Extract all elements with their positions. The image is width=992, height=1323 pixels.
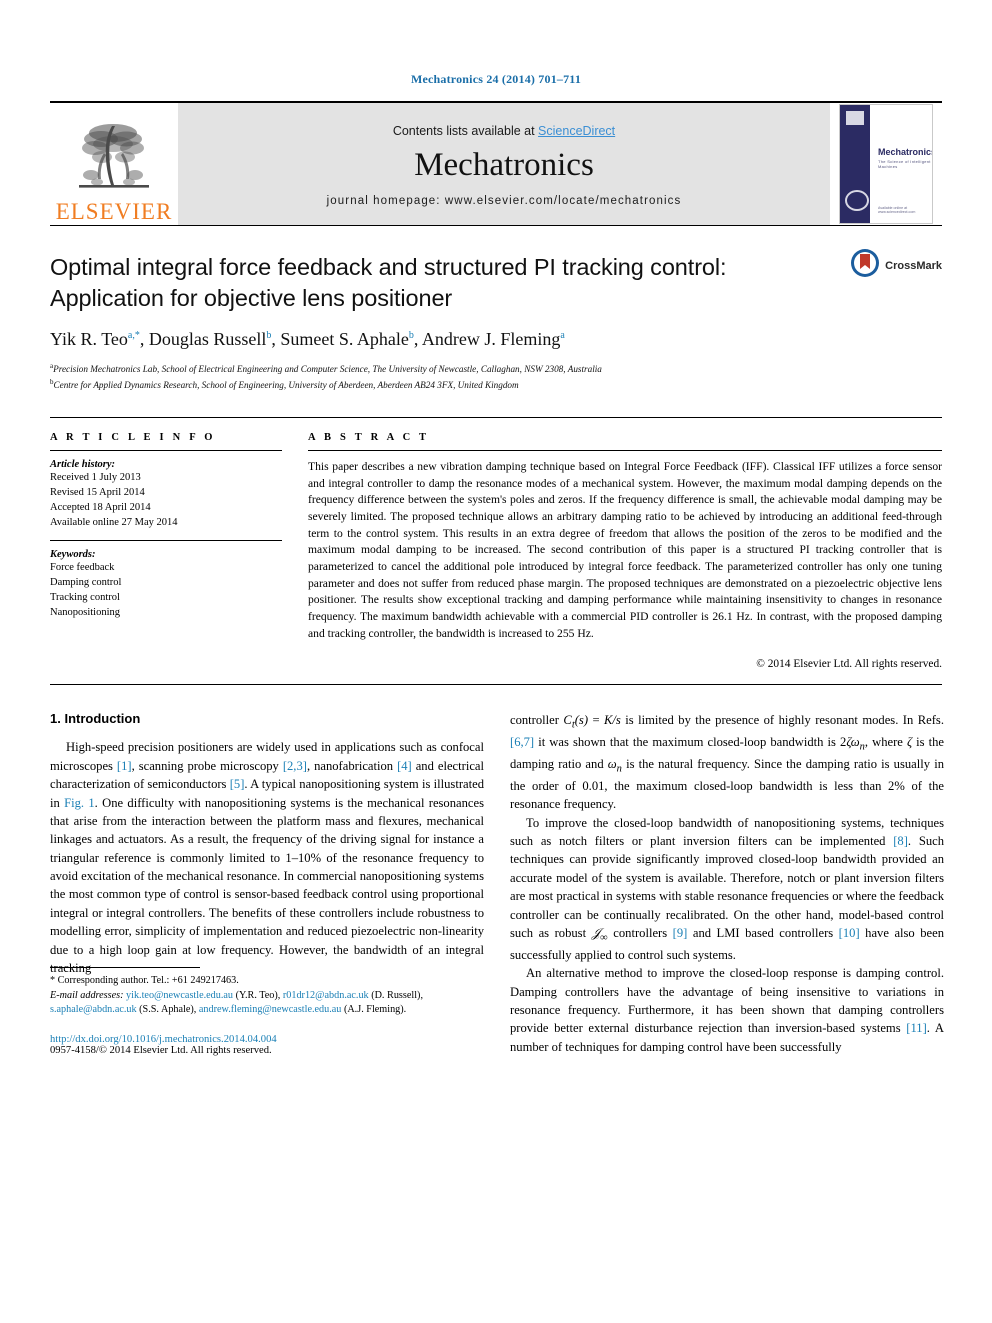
- citation-link[interactable]: [4]: [397, 759, 412, 773]
- citation-link[interactable]: [1]: [117, 759, 132, 773]
- body-column-right: controller Ct(s) = K/s is limited by the…: [510, 711, 944, 1056]
- email-link[interactable]: yik.teo@newcastle.edu.au: [126, 990, 233, 1001]
- author-entry[interactable]: Douglas Russellb: [149, 329, 272, 349]
- affiliation-line: bCentre for Applied Dynamics Research, S…: [50, 377, 942, 393]
- inline-math: ωn: [607, 757, 622, 775]
- footnote-area: * Corresponding author. Tel.: +61 249217…: [50, 966, 484, 1056]
- keyword-item: Nanopositioning: [50, 607, 120, 619]
- abstract-rule: [308, 449, 942, 451]
- crossmark-icon: [850, 248, 880, 283]
- running-head: Mechatronics 24 (2014) 701–711: [410, 72, 582, 86]
- inline-math: Ct(s): [563, 713, 589, 731]
- email-owner: (Y.R. Teo): [235, 989, 278, 1001]
- journal-masthead: ELSEVIER Contents lists available at Sci…: [50, 101, 942, 225]
- affiliation-text: Centre for Applied Dynamics Research, Sc…: [53, 380, 519, 391]
- keyword-item: Force feedback: [50, 562, 115, 574]
- email-owner: (A.J. Fleming): [343, 1004, 404, 1016]
- figure-link[interactable]: Fig. 1: [64, 796, 95, 810]
- body-column-left: 1. Introduction High-speed precision pos…: [50, 711, 484, 1056]
- elsevier-tree-icon: [71, 113, 157, 199]
- doi-link[interactable]: http://dx.doi.org/10.1016/j.mechatronics…: [50, 1034, 484, 1045]
- email-label: E-mail addresses:: [50, 989, 124, 1001]
- history-item: Received 1 July 2013: [50, 471, 141, 483]
- section-heading-introduction: 1. Introduction: [50, 711, 141, 727]
- contents-line: Contents lists available at ScienceDirec…: [393, 124, 615, 138]
- keyword-item: Damping control: [50, 577, 122, 589]
- article-info-column: A R T I C L E I N F O Article history: R…: [50, 432, 308, 671]
- abstract-heading: A B S T R A C T: [308, 431, 430, 443]
- author-affiliation-mark: b: [408, 330, 414, 342]
- issn-copyright-line: 0957-4158/© 2014 Elsevier Ltd. All right…: [50, 1045, 272, 1056]
- keyword-item: Tracking control: [50, 592, 120, 604]
- inline-math: K/s: [604, 713, 621, 728]
- affiliation-text: Precision Mechatronics Lab, School of El…: [53, 364, 602, 375]
- author-entry[interactable]: Sumeet S. Aphaleb: [280, 329, 414, 349]
- email-link[interactable]: andrew.fleming@newcastle.edu.au: [199, 1004, 342, 1015]
- abstract-text: This paper describes a new vibration dam…: [308, 459, 942, 640]
- keywords-rule: [50, 540, 282, 542]
- citation-link[interactable]: [6,7]: [510, 735, 534, 749]
- cover-society-badge-icon: [845, 190, 869, 211]
- article-info-heading: A R T I C L E I N F O: [50, 431, 216, 443]
- cover-publisher-badge-icon: [846, 111, 864, 125]
- crossmark-label: CrossMark: [885, 259, 942, 272]
- author-list: Yik R. Teoa,*, Douglas Russellb, Sumeet …: [50, 329, 565, 350]
- intro-paragraph: High-speed precision positioners are wid…: [50, 740, 484, 975]
- citation-link[interactable]: [5]: [230, 777, 245, 791]
- author-affiliation-mark: b: [266, 330, 272, 342]
- email-link[interactable]: s.aphale@abdn.ac.uk: [50, 1004, 137, 1015]
- page-title: Optimal integral force feedback and stru…: [50, 254, 727, 311]
- journal-cover-cell: Mechatronics The Science of Intelligent …: [830, 103, 942, 225]
- author-affiliation-mark: a,*: [127, 330, 140, 342]
- article-info-rule: [50, 449, 282, 451]
- intro-paragraph: controller Ct(s) = K/s is limited by the…: [510, 713, 944, 812]
- title-block: CrossMark Optimal integral force feedbac…: [50, 226, 942, 401]
- inline-math: ζωn: [846, 735, 865, 753]
- copyright-line: © 2014 Elsevier Ltd. All rights reserved…: [756, 658, 942, 671]
- citation-link[interactable]: [2,3]: [283, 759, 307, 773]
- author-entry[interactable]: Andrew J. Fleminga: [422, 329, 565, 349]
- history-item: Accepted 18 April 2014: [50, 501, 151, 513]
- email-owner: (S.S. Aphale): [139, 1004, 194, 1016]
- contents-prefix: Contents lists available at: [392, 123, 539, 138]
- email-link[interactable]: r01dr12@abdn.ac.uk: [283, 990, 369, 1001]
- body-columns: 1. Introduction High-speed precision pos…: [50, 711, 944, 1056]
- elsevier-logo: ELSEVIER: [50, 103, 178, 225]
- journal-banner: Contents lists available at ScienceDirec…: [178, 103, 830, 225]
- citation-link[interactable]: [10]: [839, 926, 860, 940]
- affiliation-line: aPrecision Mechatronics Lab, School of E…: [50, 361, 942, 377]
- keywords-label: Keywords:: [50, 549, 96, 561]
- intro-paragraph: An alternative method to improve the clo…: [510, 966, 944, 1054]
- info-abstract-section: A R T I C L E I N F O Article history: R…: [50, 416, 942, 686]
- footnote-rule: [50, 966, 200, 968]
- article-page: Mechatronics 24 (2014) 701–711 ELSEVIER …: [0, 0, 992, 1323]
- citation-link[interactable]: [8]: [893, 834, 908, 848]
- history-item: Available online 27 May 2014: [50, 516, 178, 528]
- doi-block: http://dx.doi.org/10.1016/j.mechatronics…: [50, 1034, 484, 1056]
- crossmark-badge[interactable]: CrossMark: [850, 248, 942, 283]
- intro-paragraph: To improve the closed-loop bandwidth of …: [510, 815, 945, 962]
- author-entry[interactable]: Yik R. Teoa,*: [50, 329, 140, 349]
- journal-cover-thumbnail[interactable]: Mechatronics The Science of Intelligent …: [839, 104, 933, 224]
- cover-title: Mechatronics: [878, 147, 933, 157]
- journal-title: Mechatronics: [414, 146, 594, 183]
- corresponding-author-note: * Corresponding author. Tel.: +61 249217…: [50, 974, 239, 986]
- elsevier-wordmark: ELSEVIER: [55, 199, 173, 224]
- article-history-label: Article history:: [50, 458, 116, 470]
- abstract-column: A B S T R A C T This paper describes a n…: [308, 431, 942, 671]
- journal-homepage[interactable]: journal homepage: www.elsevier.com/locat…: [327, 195, 682, 207]
- citation-link[interactable]: [9]: [673, 926, 688, 940]
- email-owner: (D. Russell): [371, 989, 421, 1001]
- cover-subtitle: The Science of Intelligent Machines: [878, 159, 931, 169]
- inline-math: ζ: [906, 735, 913, 750]
- sciencedirect-link[interactable]: ScienceDirect: [538, 124, 615, 138]
- email-addresses-note: E-mail addresses: yik.teo@newcastle.edu.…: [50, 989, 423, 1016]
- author-affiliation-mark: a: [560, 330, 565, 342]
- inline-math: 𝒥∞: [591, 925, 608, 944]
- cover-footer: Available online at www.sciencedirect.co…: [878, 206, 916, 214]
- history-item: Revised 15 April 2014: [50, 486, 145, 498]
- citation-link[interactable]: [11]: [906, 1021, 927, 1035]
